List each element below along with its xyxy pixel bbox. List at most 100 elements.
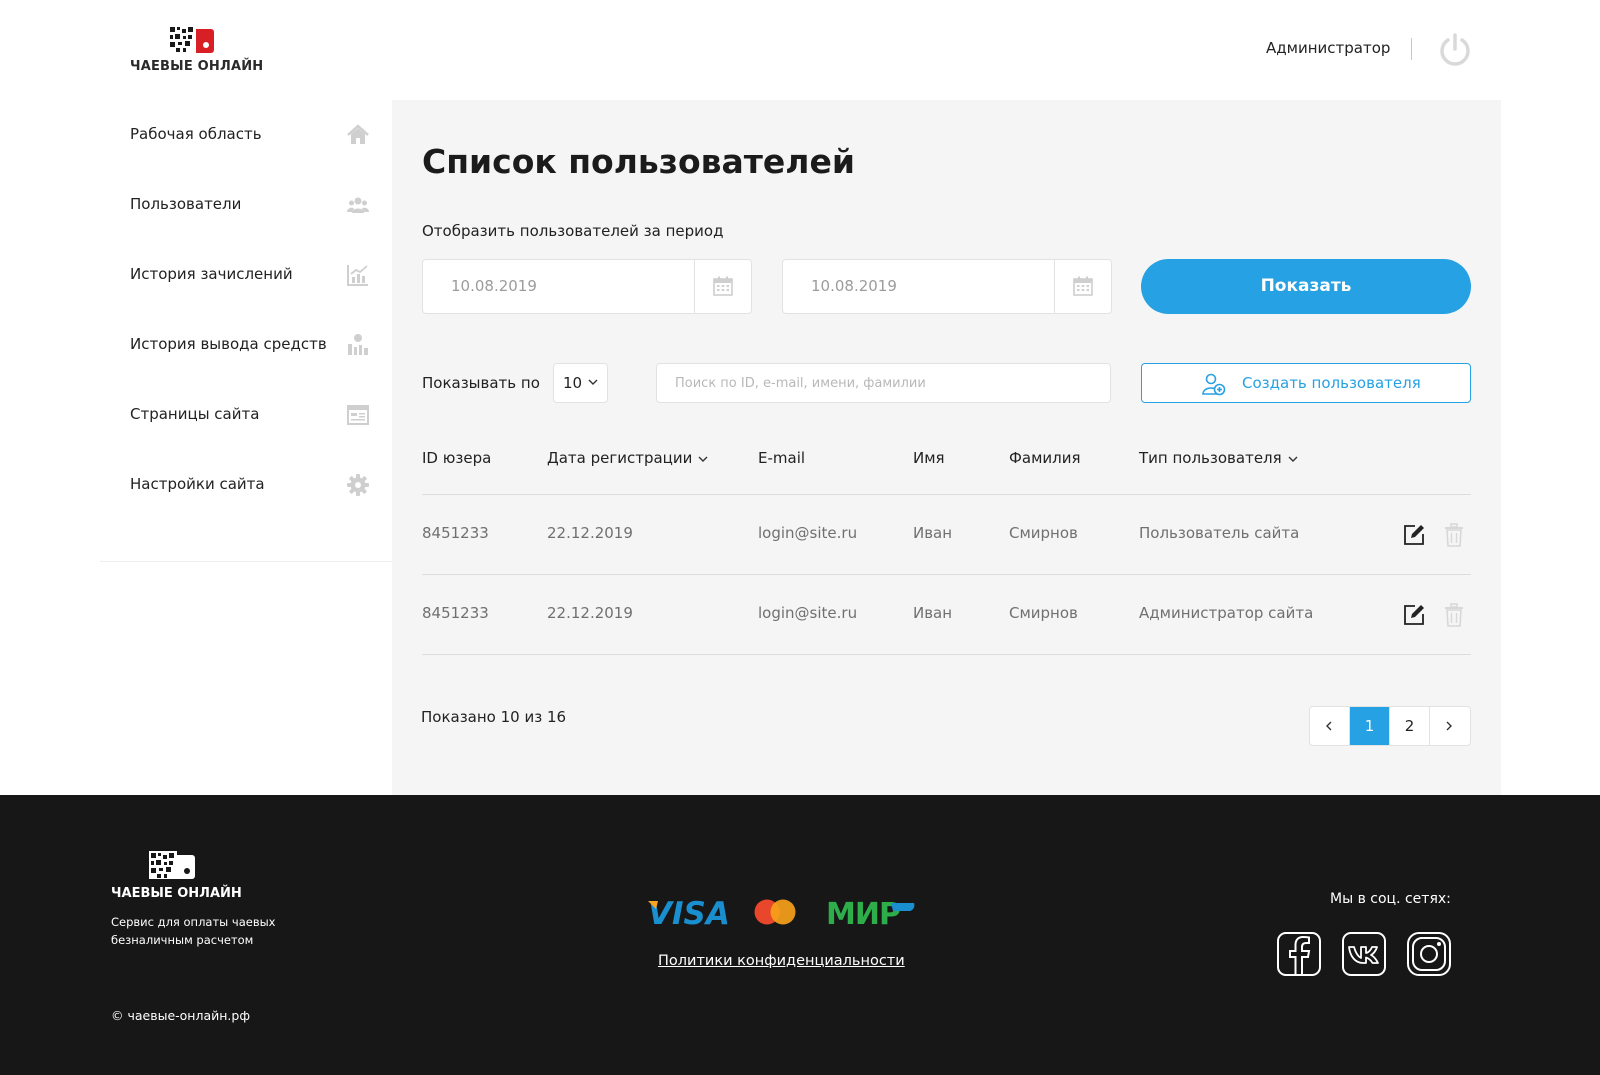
home-icon [347, 124, 369, 144]
chevron-left-icon [1326, 721, 1332, 731]
chart-icon [347, 265, 368, 286]
users-icon [347, 197, 369, 213]
sidebar-item-label: История зачислений [130, 265, 293, 283]
period-label: Отобразить пользователей за период [422, 222, 724, 240]
column-header-last-name: Фамилия [1009, 449, 1081, 467]
pagination: 1 2 [1309, 706, 1471, 746]
sidebar-item-label: Рабочая область [130, 125, 262, 143]
table-row: 8451233 22.12.2019 login@site.ru Иван См… [422, 575, 1471, 654]
trash-icon[interactable] [1444, 603, 1464, 627]
gear-icon [347, 474, 369, 496]
pages-icon [347, 405, 369, 425]
cell-user-type: Администратор сайта [1139, 604, 1314, 622]
footer-logo-text: ЧАЕВЫЕ ОНЛАЙН [111, 886, 242, 901]
sidebar: Рабочая область Пользователи История зач… [100, 100, 392, 562]
column-header-email: E-mail [758, 449, 806, 467]
svg-text:МИР: МИР [826, 897, 900, 929]
cell-first-name: Иван [913, 524, 953, 542]
column-header-label: Тип пользователя [1139, 449, 1282, 467]
instagram-icon[interactable] [1406, 931, 1452, 977]
cell-email: login@site.ru [758, 524, 858, 542]
per-page-value: 10 [563, 374, 583, 392]
sidebar-item-site-pages[interactable]: Страницы сайта [130, 395, 370, 435]
table-divider [422, 654, 1471, 655]
footer-logo[interactable]: ЧАЕВЫЕ ОНЛАЙН [111, 851, 242, 901]
add-user-icon [1202, 373, 1226, 396]
main-content: Список пользователей Отобразить пользова… [392, 100, 1501, 795]
chevron-right-icon [1446, 721, 1452, 731]
sidebar-item-site-settings[interactable]: Настройки сайта [130, 465, 370, 505]
sidebar-item-credits-history[interactable]: История зачислений [130, 255, 370, 295]
per-page-label: Показывать по [422, 374, 540, 392]
sidebar-item-label: Страницы сайта [130, 405, 260, 423]
cell-first-name: Иван [913, 604, 953, 622]
vk-icon[interactable] [1341, 931, 1387, 977]
footer: ЧАЕВЫЕ ОНЛАЙН Сервис для оплаты чаевых б… [0, 795, 1600, 1075]
logo-icon [149, 851, 195, 879]
chevron-down-icon [698, 456, 708, 462]
social-label: Мы в соц. сетях: [1330, 891, 1451, 907]
edit-icon[interactable] [1402, 603, 1426, 627]
prev-page-button[interactable] [1310, 707, 1350, 745]
facebook-icon[interactable] [1276, 931, 1322, 977]
column-header-reg-date[interactable]: Дата регистрации [547, 449, 708, 467]
cell-email: login@site.ru [758, 604, 858, 622]
footer-tagline: Сервис для оплаты чаевых безналичным рас… [111, 915, 276, 947]
header: ЧАЕВЫЕ ОНЛАЙН Администратор [0, 0, 1600, 100]
search-input[interactable] [656, 363, 1111, 403]
create-user-label: Создать пользователя [1242, 374, 1421, 392]
edit-icon[interactable] [1402, 523, 1426, 547]
current-user-name[interactable]: Администратор [1266, 39, 1390, 57]
chevron-down-icon [1288, 456, 1298, 462]
sidebar-item-users[interactable]: Пользователи [130, 185, 370, 225]
date-to-value[interactable]: 10.08.2019 [811, 277, 897, 295]
logo-icon [168, 25, 214, 53]
pagination-info: Показано 10 из 16 [421, 708, 567, 726]
page-button-2[interactable]: 2 [1390, 707, 1430, 745]
calendar-button[interactable] [1054, 260, 1111, 313]
trash-icon[interactable] [1444, 523, 1464, 547]
page-title: Список пользователей [422, 142, 855, 181]
column-header-first-name: Имя [913, 449, 945, 467]
calendar-icon [1073, 276, 1093, 296]
privacy-policy-link[interactable]: Политики конфиденциальности [658, 953, 905, 969]
payment-logos: VISA МИР [648, 896, 915, 929]
money-stats-icon [348, 334, 368, 355]
create-user-button[interactable]: Создать пользователя [1141, 363, 1471, 403]
mastercard-logo [754, 899, 796, 925]
cell-reg-date: 22.12.2019 [547, 524, 633, 542]
cell-user-type: Пользователь сайта [1139, 524, 1300, 542]
column-header-user-type[interactable]: Тип пользователя [1139, 449, 1298, 467]
header-divider [1411, 38, 1412, 60]
chevron-down-icon [588, 379, 598, 385]
sidebar-item-label: Пользователи [130, 195, 242, 213]
next-page-button[interactable] [1430, 707, 1470, 745]
cell-reg-date: 22.12.2019 [547, 604, 633, 622]
cell-id: 8451233 [422, 524, 489, 542]
cell-last-name: Смирнов [1009, 524, 1078, 542]
logo-text: ЧАЕВЫЕ ОНЛАЙН [130, 59, 264, 74]
show-button[interactable]: Показать [1141, 259, 1471, 314]
visa-logo: VISA [648, 896, 730, 929]
sidebar-item-withdrawals-history[interactable]: История вывода средств [130, 325, 370, 365]
copyright: © чаевые-онлайн.рф [111, 1008, 251, 1023]
column-header-id: ID юзера [422, 449, 492, 467]
date-from-field[interactable]: 10.08.2019 [422, 259, 752, 314]
sidebar-item-label: История вывода средств [130, 335, 327, 353]
mir-logo: МИР [826, 897, 915, 929]
page-button-1[interactable]: 1 [1350, 707, 1390, 745]
cell-id: 8451233 [422, 604, 489, 622]
cell-last-name: Смирнов [1009, 604, 1078, 622]
date-from-value[interactable]: 10.08.2019 [451, 277, 537, 295]
date-to-field[interactable]: 10.08.2019 [782, 259, 1112, 314]
brand-logo[interactable]: ЧАЕВЫЕ ОНЛАЙН [130, 25, 264, 75]
sidebar-item-label: Настройки сайта [130, 475, 265, 493]
svg-text:VISA: VISA [648, 896, 730, 929]
column-header-label: Дата регистрации [547, 449, 693, 467]
per-page-select[interactable]: 10 [553, 363, 608, 403]
sidebar-item-workspace[interactable]: Рабочая область [130, 115, 370, 155]
table-row: 8451233 22.12.2019 login@site.ru Иван См… [422, 495, 1471, 574]
calendar-button[interactable] [694, 260, 751, 313]
calendar-icon [713, 276, 733, 296]
power-icon[interactable] [1437, 32, 1473, 68]
